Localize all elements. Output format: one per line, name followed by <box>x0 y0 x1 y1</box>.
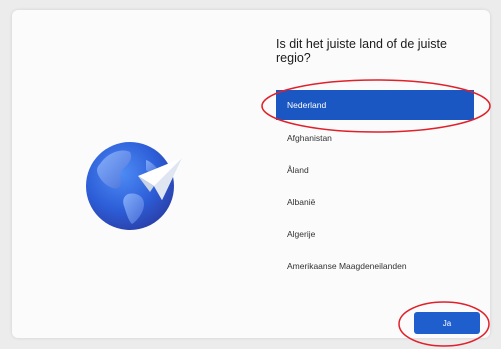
next-button[interactable]: Ja <box>414 312 480 334</box>
region-item-amerikaanse-maagdeneilanden[interactable]: Amerikaanse Maagdeneilanden <box>276 250 474 282</box>
list-item-label: Åland <box>287 165 309 175</box>
region-list[interactable]: Nederland Afghanistan Åland Albanië Alge… <box>276 90 474 282</box>
region-item-albanie[interactable]: Albanië <box>276 186 474 218</box>
list-item-label: Amerikaanse Maagdeneilanden <box>287 261 407 271</box>
page-title: Is dit het juiste land of de juiste regi… <box>276 37 447 65</box>
region-item-algerije[interactable]: Algerije <box>276 218 474 250</box>
list-item-label: Afghanistan <box>287 133 332 143</box>
globe-illustration-icon <box>78 130 188 240</box>
region-item-nederland[interactable]: Nederland <box>276 90 474 120</box>
list-item-label: Algerije <box>287 229 316 239</box>
oobe-window: Is dit het juiste land of de juiste regi… <box>0 0 501 349</box>
list-item-label: Albanië <box>287 197 316 207</box>
region-item-afghanistan[interactable]: Afghanistan <box>276 122 474 154</box>
region-item-aland[interactable]: Åland <box>276 154 474 186</box>
list-item-label: Nederland <box>287 100 327 110</box>
